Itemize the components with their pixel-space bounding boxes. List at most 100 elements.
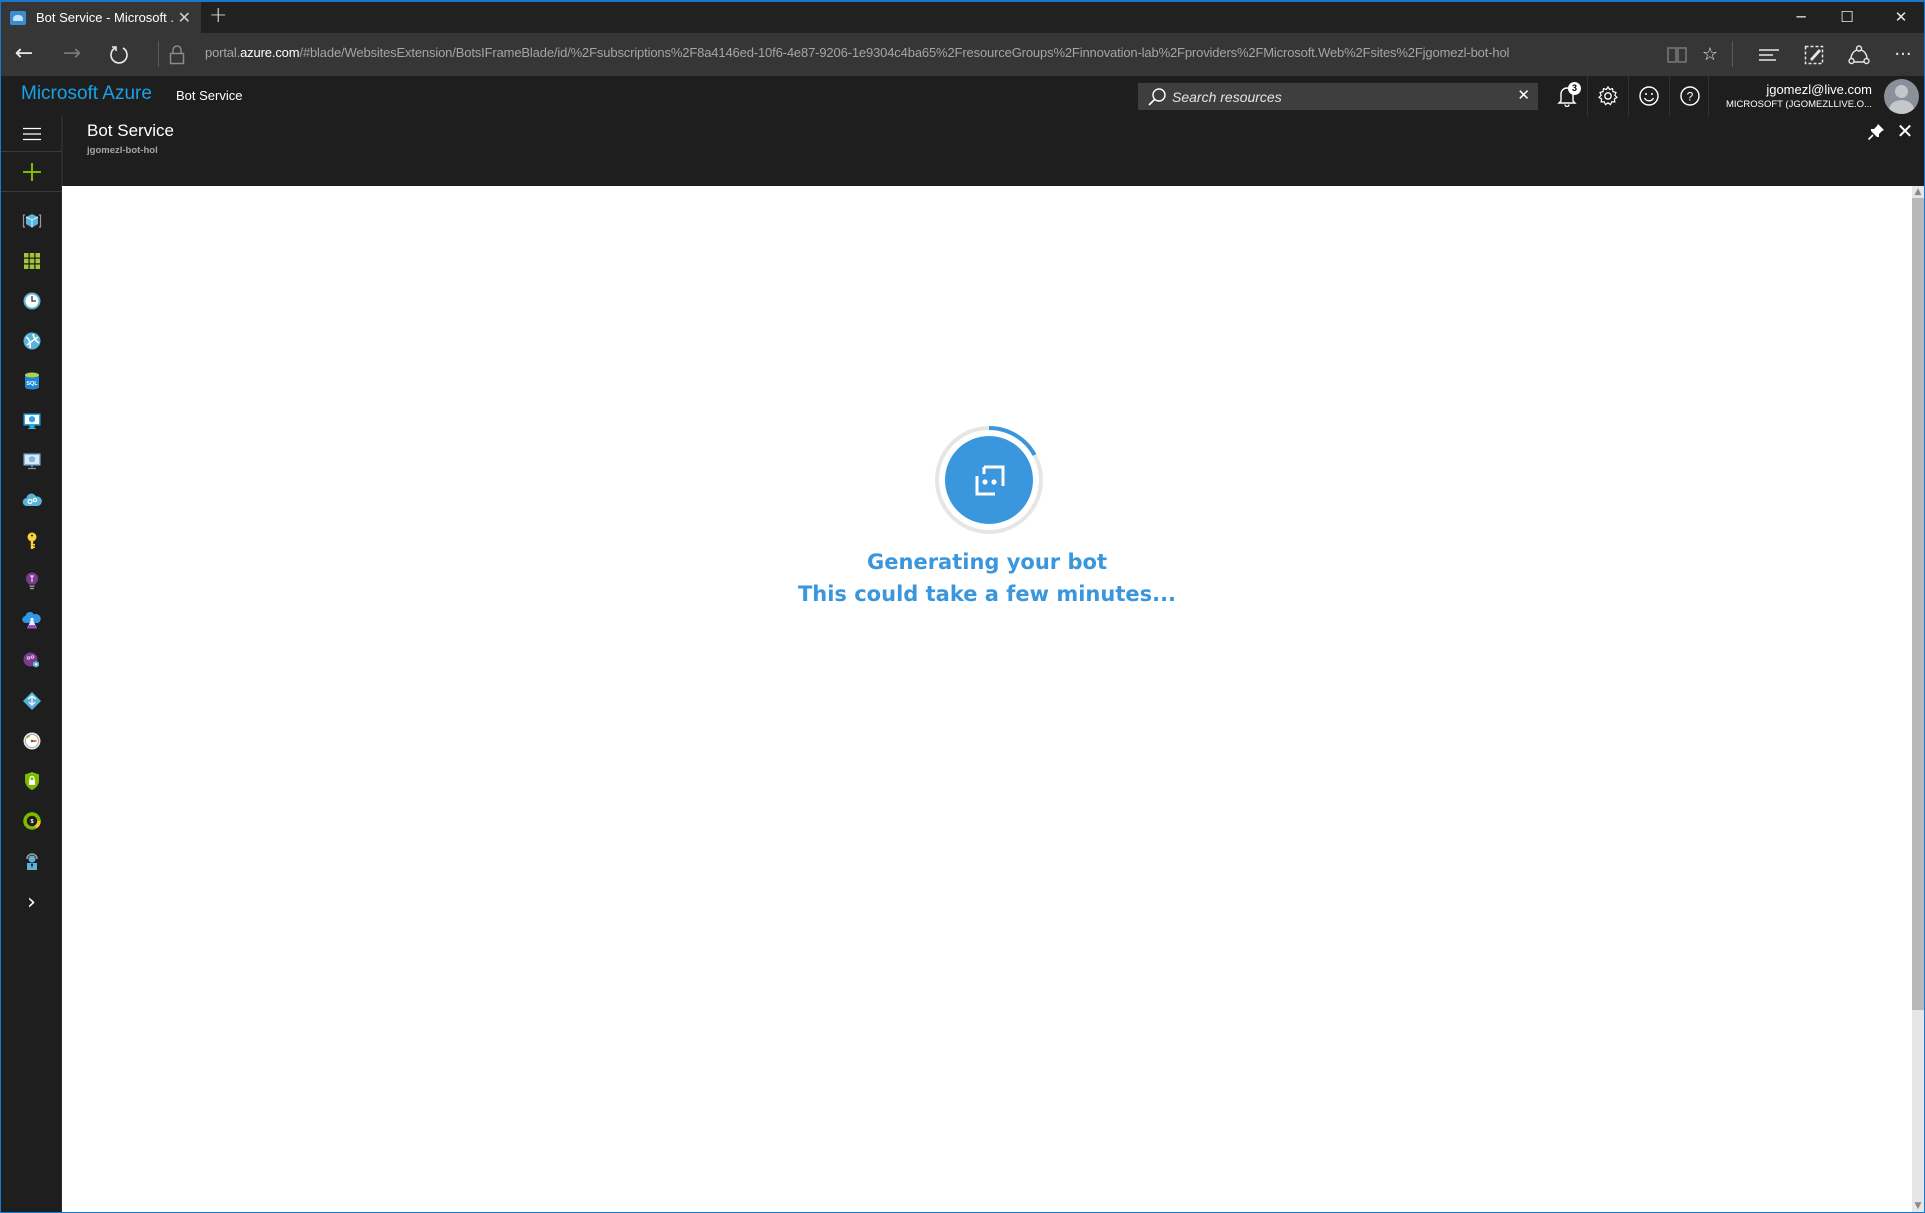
clear-search-icon[interactable]: ✕: [1517, 86, 1530, 104]
pin-blade-button[interactable]: [1866, 122, 1886, 142]
person-support-icon: [25, 853, 38, 870]
cube-icon: [22, 214, 41, 228]
scroll-up-icon[interactable]: ▲: [1912, 186, 1924, 198]
reading-view-button[interactable]: [1663, 42, 1691, 68]
close-tab-icon[interactable]: ✕: [178, 8, 191, 27]
url-path: /#blade/WebsitesExtension/BotsIFrameBlad…: [299, 45, 1510, 60]
monitor-icon: [23, 413, 40, 429]
plus-icon: [22, 162, 41, 181]
refresh-icon: [110, 46, 128, 64]
new-tab-button[interactable]: +: [209, 4, 227, 28]
window-close-button[interactable]: ✕: [1878, 2, 1924, 33]
svg-text:SQL: SQL: [26, 381, 38, 387]
clock-icon: [23, 292, 40, 310]
reading-view-icon: [1667, 47, 1687, 63]
sidebar-item-recent[interactable]: [1, 281, 62, 321]
azure-cloud-icon: [10, 10, 26, 25]
forward-button[interactable]: →: [57, 41, 87, 69]
status-message: Generating your bot: [867, 550, 1107, 574]
create-resource-button[interactable]: [1, 152, 62, 192]
status-submessage: This could take a few minutes...: [797, 582, 1177, 606]
sidebar: SQL $ ›: [1, 116, 62, 1212]
refresh-button[interactable]: [104, 41, 134, 69]
blade-content: Generating your bot This could take a fe…: [62, 186, 1924, 1212]
avatar[interactable]: [1884, 79, 1919, 114]
sidebar-item-dashboard[interactable]: [1, 241, 62, 281]
notifications-button[interactable]: 3: [1546, 76, 1587, 116]
sidebar-item-cost-management[interactable]: $: [1, 801, 62, 841]
hub-button[interactable]: [1755, 42, 1783, 68]
minimize-button[interactable]: ─: [1778, 2, 1824, 33]
sidebar-item-security-center[interactable]: [1, 761, 62, 801]
shield-lock-icon: [24, 772, 39, 790]
lock-icon: [169, 45, 185, 65]
browser-tab[interactable]: Bot Service - Microsoft . ✕: [1, 2, 201, 33]
settings-button[interactable]: [1587, 76, 1628, 116]
monitor-classic-icon: [23, 453, 40, 470]
search-box[interactable]: ✕: [1138, 83, 1538, 110]
vertical-scrollbar[interactable]: ▲ ▼: [1912, 186, 1924, 1212]
maximize-button[interactable]: ☐: [1824, 2, 1870, 33]
pin-icon: [1867, 124, 1884, 141]
grid-icon: [23, 253, 40, 269]
hamburger-icon: [22, 127, 41, 140]
scrollbar-thumb[interactable]: [1912, 198, 1924, 1010]
user-account[interactable]: jgomezl@live.com MICROSOFT (JGOMEZLLIVE.…: [1708, 76, 1876, 116]
diamond-arrows-icon: [22, 692, 41, 710]
sidebar-item-subscriptions[interactable]: [1, 521, 62, 561]
notification-count-badge: 3: [1568, 82, 1581, 95]
sidebar-item-sql-databases[interactable]: SQL: [1, 361, 62, 401]
blade-header: Bot Service jgomezl-bot-hol ✕: [62, 116, 1924, 186]
favorite-button[interactable]: ☆: [1696, 42, 1724, 68]
chevron-right-icon: ›: [27, 889, 36, 915]
avatar-body: [1889, 100, 1914, 114]
back-button[interactable]: ←: [9, 41, 39, 69]
address-toolbar: ← → portal.azure.com/#blade/WebsitesExte…: [1, 33, 1924, 76]
sidebar-item-virtual-machines-classic[interactable]: [1, 441, 62, 481]
portal-brand[interactable]: Microsoft Azure: [21, 83, 152, 105]
close-icon: ✕: [1896, 119, 1914, 143]
favorite-star-icon: ☆: [1701, 44, 1719, 65]
more-button[interactable]: ···: [1889, 42, 1917, 68]
address-bar-url[interactable]: portal.azure.com/#blade/WebsitesExtensio…: [205, 45, 1509, 60]
breadcrumb[interactable]: Bot Service: [176, 88, 242, 103]
feedback-button[interactable]: [1628, 76, 1669, 116]
smiley-icon: [1639, 86, 1659, 106]
sidebar-item-help-support[interactable]: [1, 841, 62, 881]
sidebar-item-monitor[interactable]: [1, 721, 62, 761]
toolbar-divider: [158, 41, 159, 67]
gauge-icon: [23, 732, 40, 750]
help-button[interactable]: ?: [1669, 76, 1710, 116]
sidebar-item-all-resources[interactable]: [1, 201, 62, 241]
web-note-icon: [1804, 45, 1824, 65]
svg-text:$: $: [30, 819, 33, 825]
web-note-button[interactable]: [1800, 42, 1828, 68]
sql-database-icon: SQL: [24, 372, 39, 390]
sidebar-item-app-services[interactable]: [1, 321, 62, 361]
portal-header: Microsoft Azure Bot Service ✕ 3 ? jgomez…: [1, 76, 1924, 116]
sidebar-expand-button[interactable]: ›: [1, 882, 62, 922]
share-button[interactable]: [1845, 42, 1873, 68]
sidebar-item-load-balancers[interactable]: [1, 681, 62, 721]
help-icon: ?: [1680, 86, 1700, 106]
sidebar-item-application-insights[interactable]: [1, 561, 62, 601]
blade-subtitle: jgomezl-bot-hol: [87, 145, 158, 156]
user-directory: MICROSOFT (JGOMEZLLIVE.O...: [1725, 99, 1872, 110]
scroll-down-icon[interactable]: ▼: [1912, 1200, 1924, 1212]
search-input[interactable]: [1172, 83, 1492, 110]
user-email: jgomezl@live.com: [1766, 82, 1872, 97]
globe-icon: [23, 332, 40, 350]
hub-icon: [1759, 49, 1779, 61]
donut-cost-icon: $: [22, 812, 41, 830]
tab-title: Bot Service - Microsoft .: [36, 10, 174, 25]
svg-text:?: ?: [1687, 90, 1694, 104]
sidebar-item-cognitive-services[interactable]: [1, 641, 62, 681]
sidebar-menu-button[interactable]: [1, 116, 62, 152]
sidebar-item-machine-learning[interactable]: [1, 601, 62, 641]
sidebar-item-cloud-services[interactable]: [1, 481, 62, 521]
search-icon: [1148, 88, 1166, 106]
brain-gear-icon: [23, 652, 39, 668]
close-blade-button[interactable]: ✕: [1894, 120, 1916, 142]
toolbar-divider: [1732, 41, 1733, 67]
sidebar-item-virtual-machines[interactable]: [1, 401, 62, 441]
